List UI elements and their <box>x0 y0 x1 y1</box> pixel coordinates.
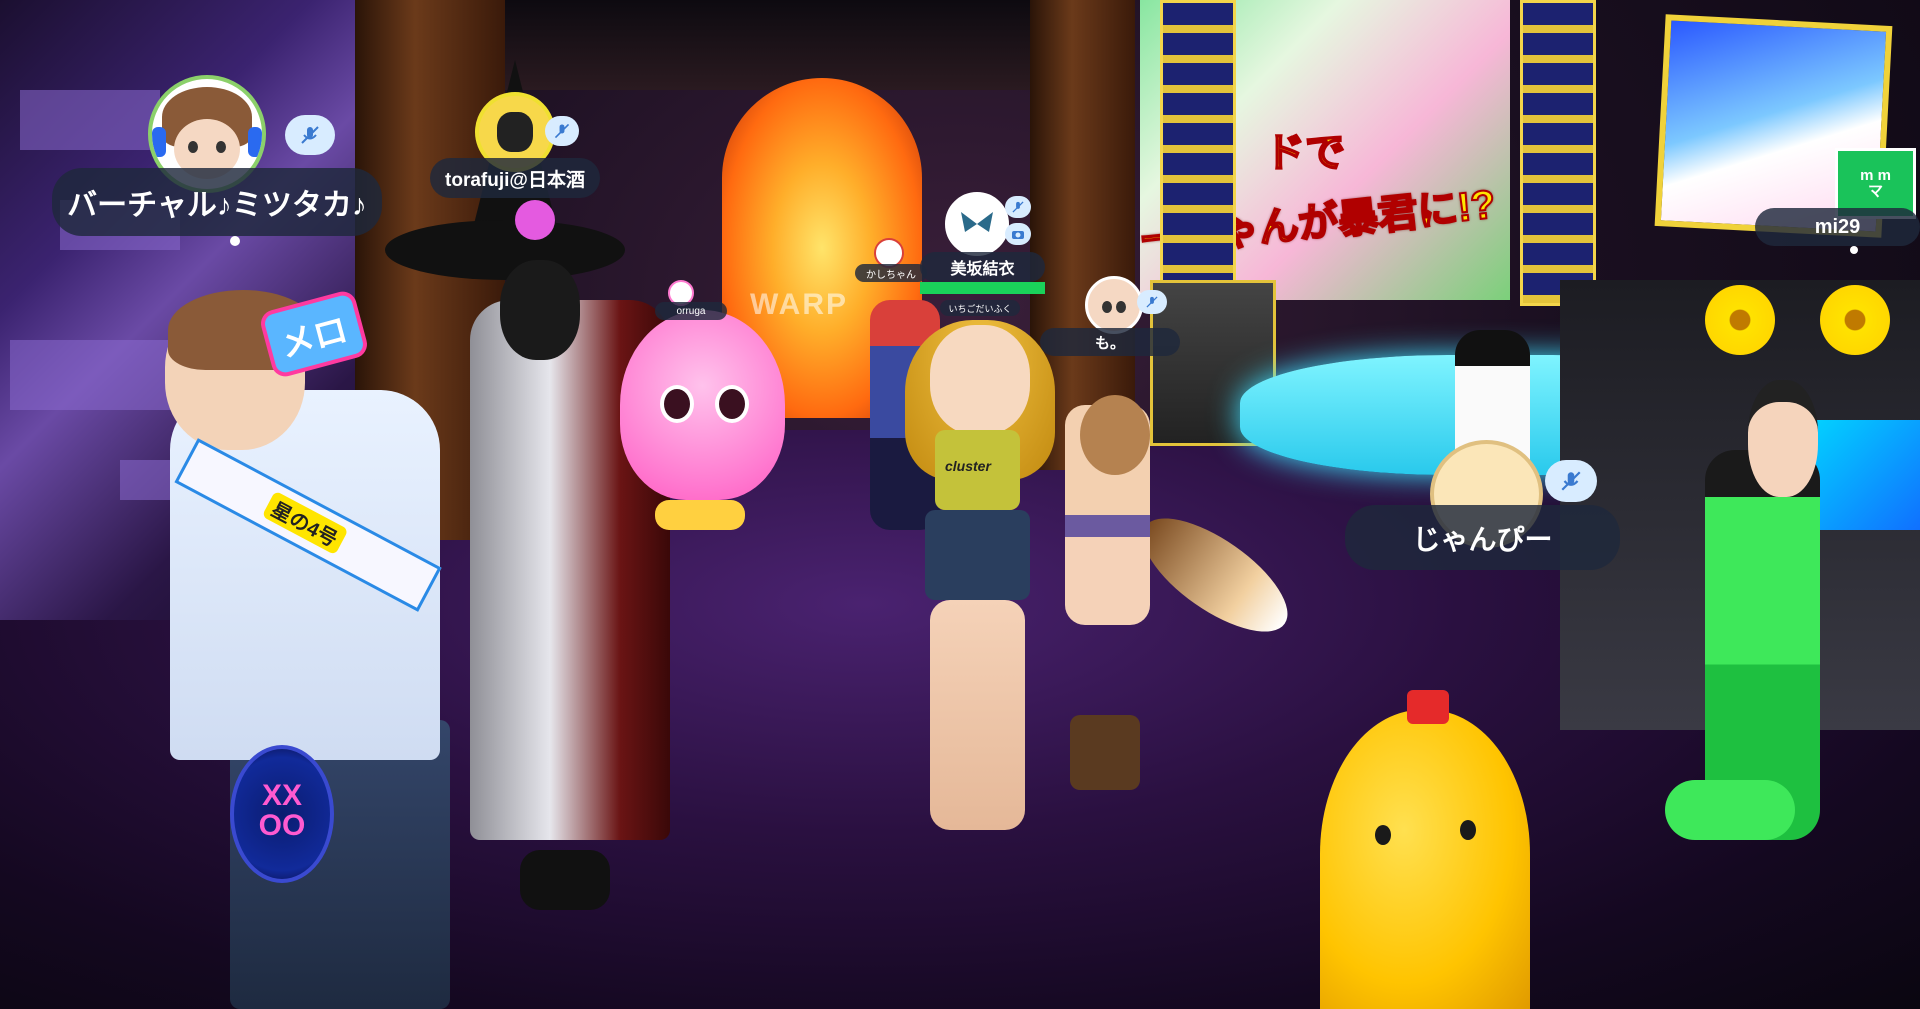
nametag-mi29[interactable]: mi29 <box>1755 208 1920 246</box>
fox-boots <box>1070 715 1140 790</box>
nametag-label: orruga <box>676 305 706 317</box>
headphone-icon <box>152 127 166 157</box>
avatar-banana-bottle[interactable] <box>1320 710 1530 1009</box>
eye-icon <box>1375 825 1391 845</box>
octopus-shoes <box>655 500 745 530</box>
ceiling-beam <box>505 0 1030 90</box>
fan-label: XX OO <box>258 779 306 842</box>
mic-muted-icon[interactable] <box>285 115 335 155</box>
mic-muted-icon[interactable] <box>1137 290 1167 314</box>
fox-head <box>1080 395 1150 475</box>
nametag-kashichan[interactable]: かしちゃん <box>855 264 927 282</box>
nametag-ichigo[interactable]: いちごだいふく <box>940 300 1020 316</box>
nametag-virtual-mitsutaka[interactable]: バーチャル♪ミツタカ♪ <box>52 168 382 236</box>
nametag-label: じゃんぴー <box>1412 523 1553 555</box>
nametag-label: 美坂結衣 <box>950 261 1015 278</box>
sunflower-icon <box>1705 285 1775 355</box>
headphone-icon <box>248 127 262 157</box>
nametag-label: torafuji@日本酒 <box>445 169 585 191</box>
witch-hat-brim <box>385 220 625 280</box>
billboard-text-top: ドで <box>1264 130 1346 176</box>
eye-icon <box>1460 820 1476 840</box>
avatar-blonde-shorts <box>925 510 1030 600</box>
glasses-icon <box>1102 301 1112 313</box>
nametag-pointer <box>1850 246 1858 254</box>
nametag-label: も。 <box>1094 334 1125 352</box>
uchiwa-fan: XX OO <box>230 745 334 883</box>
bottle-cap <box>1407 690 1449 724</box>
gold-column-right <box>1520 0 1596 306</box>
avatar-text-line: マ <box>1867 182 1883 200</box>
eye-icon <box>188 141 198 153</box>
speaking-indicator <box>920 282 1045 294</box>
eye-icon <box>660 385 694 423</box>
nametag-label: いちごだいふく <box>948 303 1012 314</box>
nametag-label: mi29 <box>1814 215 1861 238</box>
butterfly-icon <box>961 212 993 232</box>
hair-badge-label: メロ <box>276 310 352 366</box>
avatar-blonde-legs <box>930 600 1025 830</box>
avatar-blonde-face <box>930 325 1030 435</box>
user-avatar-icon[interactable] <box>1085 276 1143 334</box>
nametag-label: バーチャル♪ミツタカ♪ <box>67 189 367 222</box>
nametag-oruga[interactable]: orruga <box>655 302 727 320</box>
mic-muted-icon[interactable] <box>1545 460 1597 502</box>
nametag-pointer <box>230 236 240 246</box>
nametag-mo[interactable]: も。 <box>1040 328 1180 356</box>
virtual-world-viewport[interactable]: WARP ドで ーちゃんが暴君に!? メロ 星の4号 XX OO cluster <box>0 0 1920 1009</box>
avatar-figure-icon <box>497 112 533 152</box>
sunflower-icon <box>1820 285 1890 355</box>
shirt-logo: cluster <box>945 458 991 474</box>
avatar-blonde-top[interactable]: cluster <box>935 430 1020 510</box>
avatar-text-line: m m <box>1860 166 1891 184</box>
pink-blob-pet <box>515 200 555 240</box>
avatar-pink-octopus[interactable] <box>620 310 785 500</box>
mic-muted-icon[interactable] <box>1005 196 1031 218</box>
nametag-torafuji[interactable]: torafuji@日本酒 <box>430 158 600 198</box>
camera-icon[interactable] <box>1005 223 1031 245</box>
avatar-green-head <box>1748 380 1818 497</box>
mic-muted-icon[interactable] <box>545 116 579 146</box>
glasses-icon <box>1116 301 1126 313</box>
green-shoes <box>1665 780 1795 840</box>
nametag-janpi[interactable]: じゃんぴー <box>1345 505 1620 570</box>
eye-icon <box>715 385 749 423</box>
nametag-misaka-yui[interactable]: 美坂結衣 <box>920 252 1045 282</box>
eye-icon <box>216 141 226 153</box>
user-avatar-icon[interactable] <box>945 192 1009 256</box>
gold-column-left <box>1160 0 1236 296</box>
warp-label: WARP <box>750 288 848 321</box>
witch-hair <box>500 260 580 360</box>
nametag-label: かしちゃん <box>866 269 916 281</box>
witch-shoes <box>520 850 610 910</box>
